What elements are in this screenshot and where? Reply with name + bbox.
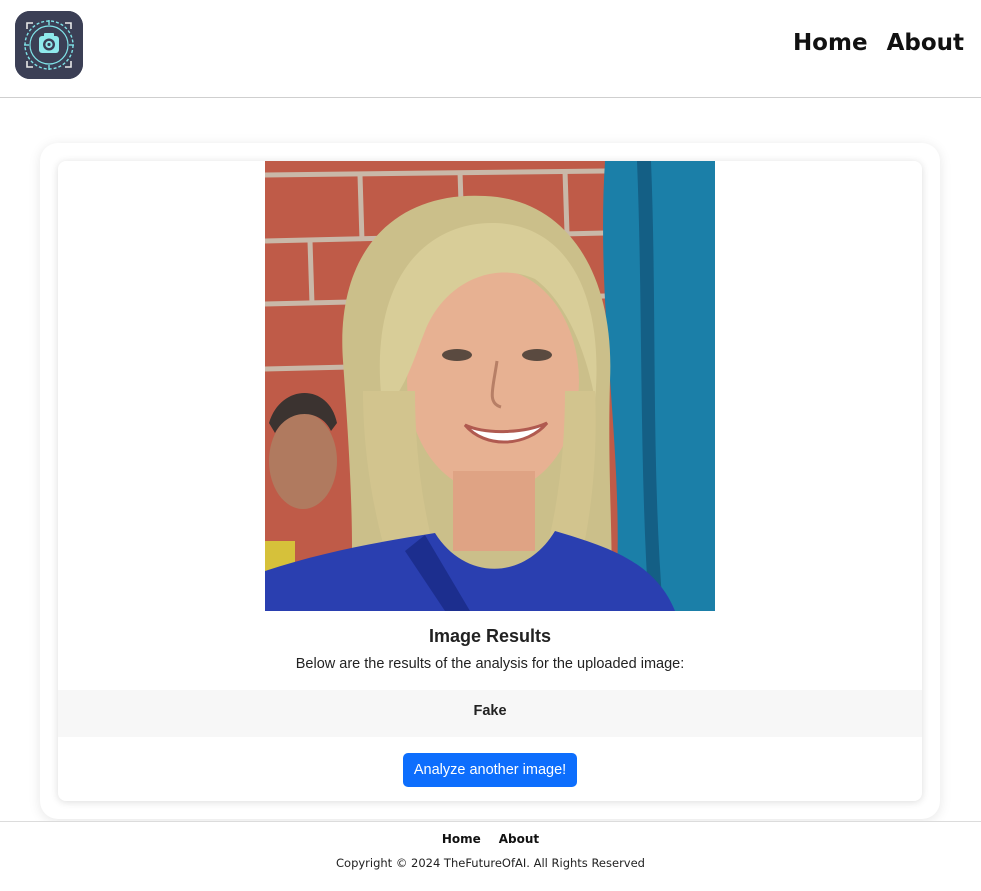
footer: Home About Copyright © 2024 TheFutureOfA… bbox=[0, 821, 981, 891]
navbar: Home About bbox=[0, 0, 981, 98]
footer-home-link[interactable]: Home bbox=[442, 832, 481, 846]
results-title: Image Results bbox=[428, 626, 552, 646]
copyright-text: Copyright © 2024 TheFutureOfAI. All Righ… bbox=[336, 856, 645, 870]
app-logo[interactable] bbox=[15, 11, 83, 79]
footer-about-link[interactable]: About bbox=[499, 832, 539, 846]
results-description: Below are the results of the analysis fo… bbox=[295, 656, 685, 672]
camera-lens-scan-icon bbox=[15, 11, 83, 79]
nav-about-link[interactable]: About bbox=[887, 28, 964, 58]
analyze-another-image-button[interactable]: Analyze another image! bbox=[403, 753, 577, 787]
main-nav: Home About bbox=[793, 28, 964, 58]
footer-nav: Home About bbox=[0, 832, 981, 846]
nav-home-link[interactable]: Home bbox=[793, 28, 868, 58]
results-card: Image Results Below are the results of t… bbox=[58, 161, 922, 801]
verdict-label: Fake bbox=[58, 690, 922, 737]
uploaded-photo bbox=[265, 161, 715, 611]
results-card-container: Image Results Below are the results of t… bbox=[40, 143, 940, 819]
